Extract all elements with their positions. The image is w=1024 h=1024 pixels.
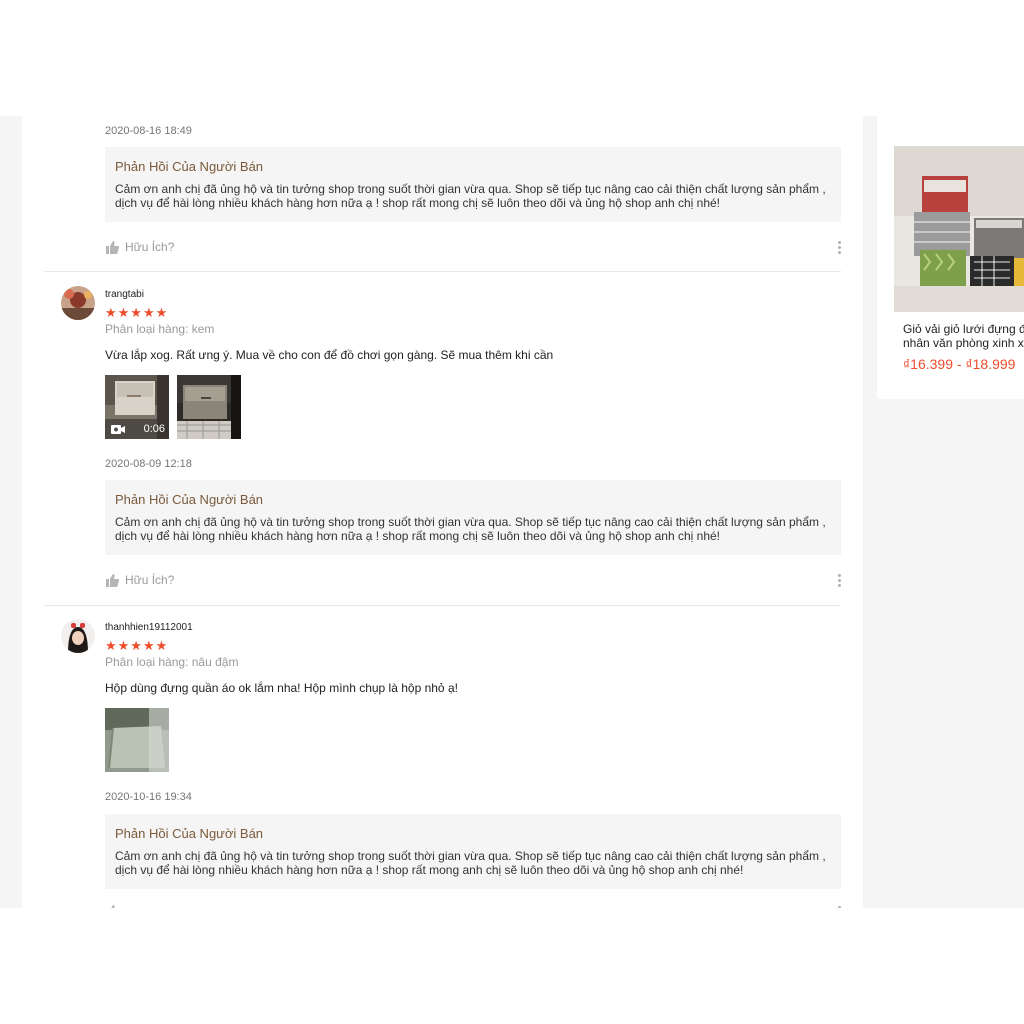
helpful-button[interactable]: Hữu Ích? <box>105 240 174 254</box>
review-image-thumbnail[interactable] <box>177 375 241 439</box>
seller-reply-text: Cảm ơn anh chị đã ủng hộ và tin tưởng sh… <box>115 849 826 877</box>
review-video-thumbnail[interactable]: 0:06 <box>105 375 169 439</box>
seller-reply: Phản Hồi Của Người Bán Cảm ơn anh chị đã… <box>105 480 841 555</box>
seller-reply-text: Cảm ơn anh chị đã ủng hộ và tin tưởng sh… <box>115 515 826 543</box>
review-variant: Phân loại hàng: nâu đậm <box>105 655 239 669</box>
related-product-card[interactable]: Giỏ vải giỏ lưới đựng đồ nhân văn phòng … <box>877 116 1024 399</box>
star-rating: ★★★★★ <box>105 638 169 653</box>
user-avatar[interactable] <box>61 286 95 320</box>
product-image[interactable] <box>894 146 1024 312</box>
seller-reply-title: Phản Hồi Của Người Bán <box>115 826 264 841</box>
seller-reply-text: Cảm ơn anh chị đã ủng hộ và tin tưởng sh… <box>115 182 826 210</box>
video-camera-icon <box>111 425 125 434</box>
product-price: ₫16.399 - ₫18.999 <box>903 356 1016 372</box>
helpful-button[interactable] <box>105 905 119 908</box>
video-duration: 0:06 <box>143 423 165 435</box>
review-comment: Vừa lắp xog. Rất ưng ý. Mua về cho con đ… <box>105 348 554 362</box>
review-timestamp: 2020-08-16 18:49 <box>105 125 192 137</box>
review-timestamp: 2020-10-16 19:34 <box>105 791 192 803</box>
more-options-icon[interactable] <box>837 906 841 908</box>
thumbs-up-icon <box>111 905 115 908</box>
seller-reply-title: Phản Hồi Của Người Bán <box>115 492 264 507</box>
review-timestamp: 2020-08-09 12:18 <box>105 458 192 470</box>
more-options-icon[interactable] <box>837 574 841 587</box>
review-image-thumbnail[interactable] <box>105 708 169 772</box>
star-rating: ★★★★★ <box>105 305 169 320</box>
thumbs-up-icon <box>106 573 119 587</box>
review-username[interactable]: trangtabi <box>105 289 144 300</box>
reviews-panel: 2020-08-16 18:49 Phản Hồi Của Người Bán … <box>22 116 863 908</box>
page-frame: 2020-08-16 18:49 Phản Hồi Của Người Bán … <box>0 116 1024 908</box>
helpful-label: Hữu Ích? <box>125 573 175 587</box>
review-divider <box>44 271 841 272</box>
seller-reply-title: Phản Hồi Của Người Bán <box>115 159 264 174</box>
thumbs-up-icon <box>106 240 119 254</box>
product-name[interactable]: Giỏ vải giỏ lưới đựng đồ nhân văn phòng … <box>903 322 1024 350</box>
review-variant: Phân loại hàng: kem <box>105 322 215 336</box>
review-divider <box>44 605 841 606</box>
seller-reply: Phản Hồi Của Người Bán Cảm ơn anh chị đã… <box>105 814 841 889</box>
seller-reply: Phản Hồi Của Người Bán Cảm ơn anh chị đã… <box>105 147 841 222</box>
more-options-icon[interactable] <box>837 241 841 254</box>
helpful-label: Hữu Ích? <box>125 240 175 254</box>
helpful-button[interactable]: Hữu Ích? <box>105 573 174 587</box>
review-username[interactable]: thanhhien19112001 <box>105 622 193 633</box>
review-comment: Hộp dùng đựng quần áo ok lắm nha! Hộp mì… <box>105 681 458 695</box>
user-avatar[interactable] <box>61 619 95 653</box>
